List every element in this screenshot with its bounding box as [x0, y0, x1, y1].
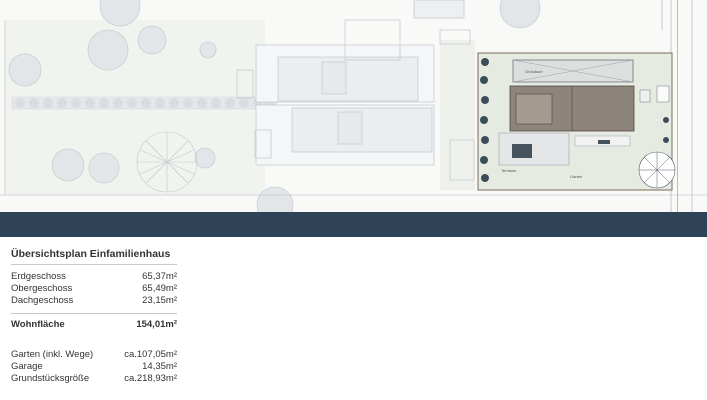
table-row: Garage 14,35m² — [11, 361, 177, 373]
garden-label: Garten — [570, 174, 582, 179]
row-value: 65,49m² — [142, 283, 177, 295]
terrace-label: Terrasse — [501, 168, 517, 173]
row-label: Garage — [11, 360, 43, 372]
row-value: ca.107,05m² — [124, 348, 177, 360]
row-label: Garten (inkl. Wege) — [11, 348, 94, 360]
row-value: ca.218,93m² — [124, 373, 177, 385]
site-plan: Gründach Terrasse Garten — [0, 0, 707, 212]
total-row: Wohnfläche 154,01m² — [11, 312, 177, 331]
row-value: 65,37m² — [142, 271, 177, 282]
hedge-row — [11, 96, 278, 110]
row-label: Erdgeschoss — [11, 271, 66, 282]
area-summary: Übersichtsplan Einfamilienhaus Erdgescho… — [11, 248, 177, 385]
table-row: Grundstücksgröße ca.218,93m² — [11, 373, 177, 385]
green-roof-label: Gründach — [525, 69, 543, 74]
row-value: 23,15m² — [142, 295, 177, 307]
table-row: Obergeschoss 65,49m² — [11, 283, 177, 295]
row-label: Dachgeschoss — [11, 295, 74, 307]
row-label: Grundstücksgröße — [11, 373, 90, 385]
header-band — [0, 212, 707, 237]
row-label: Obergeschoss — [11, 283, 73, 295]
area-summary-title: Übersichtsplan Einfamilienhaus — [11, 248, 177, 265]
table-row: Dachgeschoss 23,15m² — [11, 295, 177, 307]
row-value: 14,35m² — [142, 360, 177, 372]
total-value: 154,01m² — [136, 318, 177, 330]
radial-tree — [136, 131, 198, 193]
property-plot: Gründach Terrasse Garten — [477, 52, 676, 191]
table-row: Garten (inkl. Wege) ca.107,05m² — [11, 349, 177, 361]
terrace — [498, 132, 570, 166]
total-label: Wohnfläche — [11, 318, 65, 330]
table-row: Erdgeschoss 65,37m² — [11, 271, 177, 283]
